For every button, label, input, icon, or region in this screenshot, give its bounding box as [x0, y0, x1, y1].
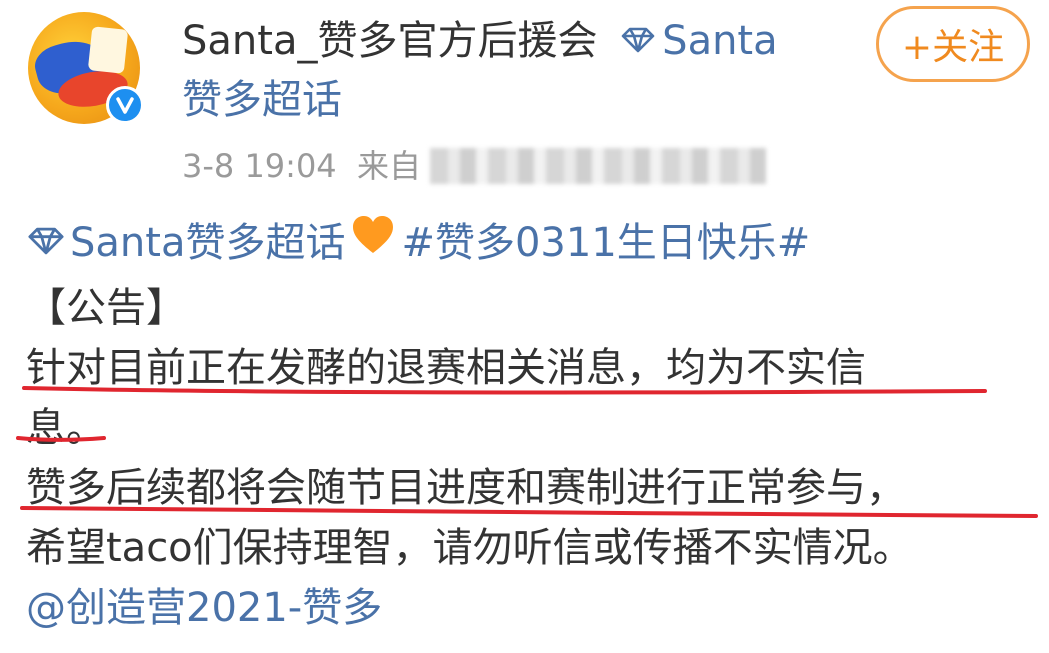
follow-button[interactable]: +关注 — [876, 6, 1030, 82]
avatar-shape — [87, 26, 129, 74]
mention-link[interactable]: @创造营2021-赞多 — [26, 578, 1036, 638]
supertopic-diamond-icon — [620, 14, 656, 66]
source-prefix: 来自 — [357, 147, 422, 185]
orange-heart-icon — [351, 212, 395, 272]
post-line-4: 希望taco们保持理智，请勿听信或传播不实情况。 — [26, 525, 913, 571]
post-meta: 3-8 19:04 来自 — [182, 144, 421, 188]
post-line-3: 赞多后续都将会随节目进度和赛制进行正常参与， — [26, 465, 906, 511]
post-time: 3-8 19:04 — [182, 147, 337, 185]
author-topic-link[interactable]: 赞多超话 — [182, 74, 342, 126]
topic-line: Santa赞多超话 #赞多0311生日快乐# — [26, 212, 1036, 278]
post-line-1: 针对目前正在发酵的退赛相关消息，均为不实信 — [26, 345, 866, 391]
hashtag-link[interactable]: #赞多0311生日快乐# — [401, 220, 810, 266]
blurred-source — [430, 148, 766, 184]
supertopic-link[interactable]: Santa赞多超话 — [70, 220, 345, 266]
heading: 【公告】 — [26, 285, 186, 331]
verified-badge-icon — [106, 86, 144, 124]
post-body: Santa赞多超话 #赞多0311生日快乐# 【公告】 针对目前正在发酵的退赛相… — [26, 212, 1036, 638]
author-name[interactable]: Santa_赞多官方后援会 — [182, 18, 597, 64]
author-header: Santa_赞多官方后援会 Santa — [182, 14, 778, 72]
supertopic-diamond-icon — [26, 212, 66, 272]
post-line-2: 息。 — [26, 405, 106, 451]
author-tag[interactable]: Santa — [662, 18, 777, 64]
